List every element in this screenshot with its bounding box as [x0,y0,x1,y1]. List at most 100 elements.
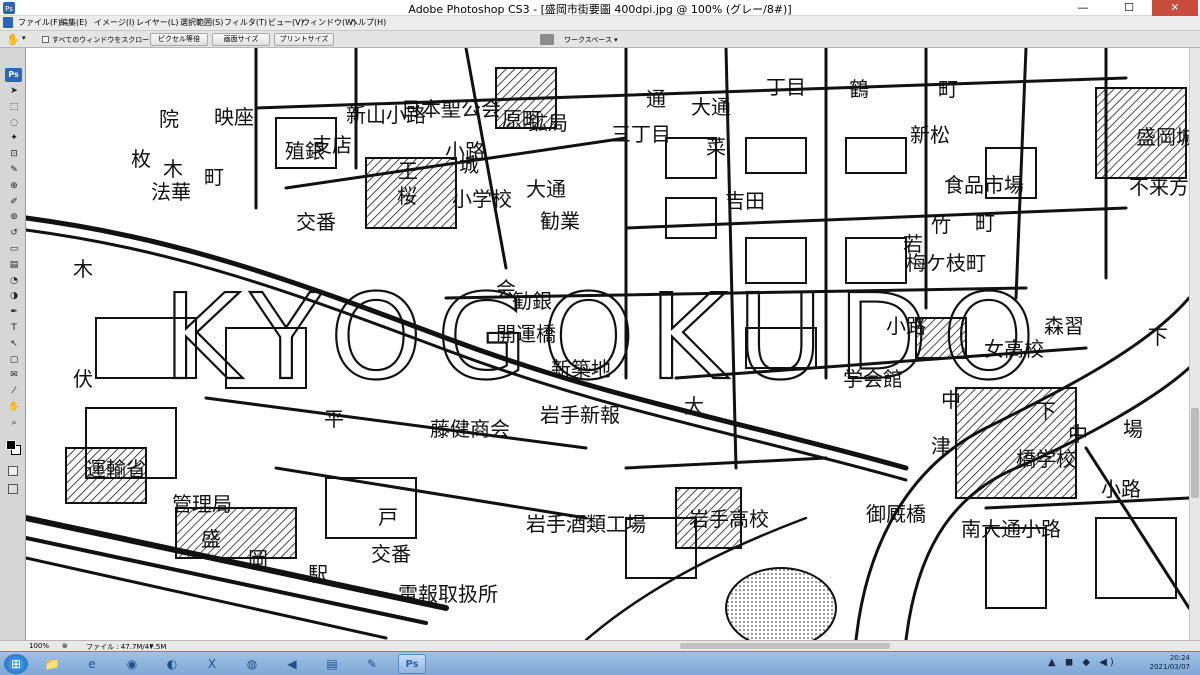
vertical-scroll-thumb[interactable] [1191,408,1199,498]
zoom-icon[interactable]: ⌕ [8,418,20,429]
blur-icon[interactable]: ◔ [8,276,20,287]
map-label: 通 [646,87,666,111]
arrow-move-icon[interactable]: ➤ [8,86,20,97]
shape-icon[interactable]: ▢ [8,355,20,366]
lasso-icon[interactable]: ◌ [8,118,20,129]
status-menu-icon[interactable]: ▸ [150,642,154,650]
taskbar-chrome-icon[interactable]: ◉ [118,654,146,674]
map-label: 大通 [526,177,566,201]
menu-window[interactable]: ウィンドウ(W) [302,17,356,29]
map-label: 勧業 [540,209,580,233]
menu-layer[interactable]: レイヤー(L) [136,17,178,29]
map-label: 竹 [931,213,951,237]
menu-view[interactable]: ビュー(V) [268,17,304,29]
map-label: 盛 [201,527,221,551]
history-brush-icon[interactable]: ↺ [8,228,20,239]
map-label: 場 [1123,417,1143,441]
status-info-icon[interactable]: ⊛ [62,642,68,650]
print-size-button[interactable]: プリントサイズ [274,33,334,46]
hand-tool-icon[interactable]: ✋ [6,33,20,46]
map-label: 映座 [214,105,254,129]
map-label: 不来方中学 [1129,175,1189,199]
options-bar: ✋ ▾ すべてのウィンドウをスクロール ピクセル等倍 画面サイズ プリントサイズ… [0,31,1200,48]
clock[interactable]: 20:24 2021/03/07 [1150,654,1190,672]
map-label: 戸 [378,505,398,529]
palette-well-icon[interactable] [540,34,554,45]
map-label: 交番 [296,210,336,234]
status-bar: 100% ⊛ ファイル : 47.7M/47.5M ▸ [0,640,1200,651]
actual-pixels-button[interactable]: ピクセル等倍 [150,33,208,46]
map-label: 岩手新報 [540,403,620,427]
menu-file[interactable]: ファイル(F) [18,17,61,29]
marquee-icon[interactable]: ⬚ [8,102,20,113]
pen-icon[interactable]: ✒ [8,307,20,318]
maximize-button[interactable]: ☐ [1106,0,1152,16]
hand-icon[interactable]: ✋ [8,402,20,413]
clock-date: 2021/03/07 [1149,663,1190,671]
menu-filter[interactable]: フィルタ(T) [224,17,267,29]
gradient-icon[interactable]: ▤ [8,260,20,271]
quick-mask-icon[interactable] [8,466,18,476]
document-canvas[interactable]: 院映座鉱局通丁目新山小路日本聖公会鶴町大通菜盛岡城址原町支店殖銀王小路城桜小学校… [26,48,1189,640]
fit-screen-button[interactable]: 画面サイズ [212,33,270,46]
healing-brush-icon[interactable]: ⊕ [8,181,20,192]
clone-stamp-icon[interactable]: ⊛ [8,212,20,223]
taskbar-firefox-icon[interactable]: ◐ [158,654,186,674]
system-tray[interactable]: ▲ ◼ ◆ ◀) [1048,657,1117,668]
screen-mode-icon[interactable] [8,484,18,494]
menu-select[interactable]: 選択範囲(S) [180,17,223,29]
map-label: 日本聖公会 [401,97,501,121]
path-select-icon[interactable]: ↖ [8,339,20,350]
map-label: 中 [1068,422,1088,446]
taskbar: ⊞ 📁 e ◉ ◐ X ◍ ◀ ▤ ✎ Ps ▲ ◼ ◆ ◀) 20:24 2021/03/07 [0,651,1200,675]
taskbar-paint-icon[interactable]: ✎ [358,654,386,674]
zoom-level[interactable]: 100% [29,642,49,650]
dodge-icon[interactable]: ◑ [8,291,20,302]
eyedropper-icon[interactable]: ⁄ [8,386,20,397]
menu-image[interactable]: イメージ(I) [94,17,134,29]
taskbar-excel-icon[interactable]: X [198,654,226,674]
map-label: 木 [163,157,183,181]
map-label: 桜 [397,184,417,208]
map-label: 運輸省 [86,457,146,481]
map-label: 城 [459,153,479,177]
brush-icon[interactable]: ✐ [8,197,20,208]
taskbar-folder-icon[interactable]: 📁 [38,654,66,674]
menu-help[interactable]: ヘルプ(H) [350,17,386,29]
map-label: 院 [159,107,179,131]
document-icon[interactable] [3,17,13,28]
map-label: 三丁目 [611,122,671,146]
watermark-text: KYOGOKUDO [163,268,1049,406]
taskbar-edge-icon[interactable]: ◍ [238,654,266,674]
map-label: 平 [324,407,344,431]
crop-icon[interactable]: ⊡ [8,149,20,160]
tool-preset-dropdown-icon[interactable]: ▾ [22,34,26,42]
type-icon[interactable]: T [8,323,20,334]
scroll-all-checkbox[interactable] [42,36,49,43]
map-label: 食品市場 [944,173,1024,197]
slice-icon[interactable]: ✎ [8,165,20,176]
map-label: 小学校 [452,187,512,211]
map-label: 津 [931,434,951,458]
taskbar-photoshop-icon[interactable]: Ps [398,654,426,674]
eraser-icon[interactable]: ▭ [8,244,20,255]
start-button[interactable]: ⊞ [4,654,28,674]
taskbar-speaker-icon[interactable]: ◀ [278,654,306,674]
minimize-button[interactable]: — [1060,0,1106,16]
map-label: 王 [398,159,418,183]
foreground-color-swatch[interactable] [6,440,16,450]
menu-edit[interactable]: 編集(E) [60,17,87,29]
notes-icon[interactable]: ✉ [8,370,20,381]
taskbar-ie-icon[interactable]: e [78,654,106,674]
taskbar-notes-app-icon[interactable]: ▤ [318,654,346,674]
horizontal-scroll-thumb[interactable] [680,643,890,649]
close-button[interactable]: ✕ [1152,0,1198,16]
vertical-scrollbar[interactable] [1189,48,1200,640]
map-label: 吉田 [725,189,765,213]
workspace-dropdown[interactable]: ワークスペース ▾ [564,35,618,45]
clock-time: 20:24 [1169,654,1190,662]
map-label: 原町 [502,107,542,131]
map-label: 町 [938,77,958,101]
map-label: 殖銀 [285,139,325,163]
magic-wand-icon[interactable]: ✦ [8,133,20,144]
